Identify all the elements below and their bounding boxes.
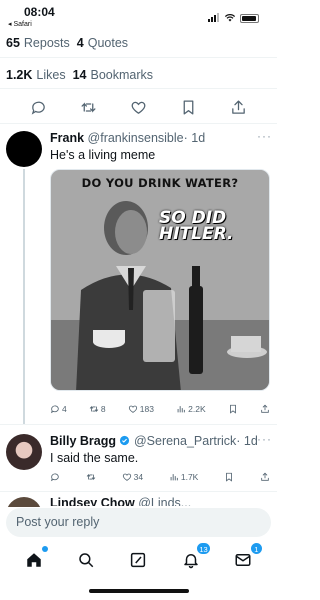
views-button[interactable]: 2.2K xyxy=(176,404,206,414)
mail-icon xyxy=(235,554,251,566)
bookmark-icon[interactable] xyxy=(180,99,197,116)
like-button[interactable]: 34 xyxy=(122,472,143,482)
avatar[interactable] xyxy=(6,434,42,470)
repost-count: 8 xyxy=(100,404,106,414)
reply-metrics: 4 8 183 2.2K xyxy=(50,404,270,414)
views-button[interactable]: 1.7K xyxy=(169,472,199,482)
search-icon xyxy=(79,553,94,568)
grok-icon xyxy=(131,552,146,568)
repost-icon xyxy=(89,405,99,413)
meme-photo xyxy=(51,170,269,390)
verified-badge-icon xyxy=(120,435,130,446)
bookmarks-label[interactable]: Bookmarks xyxy=(91,68,154,82)
nav-grok[interactable] xyxy=(126,548,150,572)
repost-icon[interactable] xyxy=(86,472,96,482)
battery-icon xyxy=(240,13,259,23)
more-options-icon[interactable]: ··· xyxy=(257,129,272,143)
avatar[interactable] xyxy=(6,131,42,167)
post-time: · 1d xyxy=(183,131,206,145)
share-icon[interactable] xyxy=(260,472,270,482)
views-icon xyxy=(177,406,185,413)
like-count: 34 xyxy=(133,472,144,482)
messages-badge: 1 xyxy=(249,542,263,555)
reposts-count[interactable]: 65 xyxy=(6,36,20,50)
reply-icon[interactable] xyxy=(30,99,47,116)
repost-button[interactable]: 8 xyxy=(89,404,106,414)
quotes-label[interactable]: Quotes xyxy=(88,36,128,50)
meme-caption-right: SO DID HITLER. xyxy=(159,208,234,244)
like-icon xyxy=(128,405,137,413)
signal-icon xyxy=(208,9,220,27)
reply-composer[interactable]: Post your reply xyxy=(6,508,271,537)
bell-icon xyxy=(183,554,198,569)
like-count: 183 xyxy=(139,404,154,414)
reply-text: He's a living meme xyxy=(50,148,156,162)
divider xyxy=(0,491,277,492)
bottom-nav: 13 1 xyxy=(0,542,277,575)
author-handle[interactable]: @frankinsensible xyxy=(88,131,184,145)
home-icon xyxy=(27,553,41,567)
reply-metrics: 34 1.7K xyxy=(50,472,270,482)
author-name[interactable]: Billy Bragg xyxy=(50,434,116,448)
repost-quote-stats: 65 Reposts 4 Quotes xyxy=(6,36,128,50)
divider xyxy=(0,57,277,58)
author-name[interactable]: Frank xyxy=(50,131,84,145)
view-count: 1.7K xyxy=(180,472,199,482)
likes-label[interactable]: Likes xyxy=(36,68,65,82)
reply-author-line: Billy Bragg @Serena_Partrick· 1d xyxy=(50,434,258,448)
author-handle[interactable]: @Linds... xyxy=(138,496,191,506)
main-action-bar xyxy=(0,99,277,116)
status-icons xyxy=(208,9,259,27)
share-icon[interactable] xyxy=(230,99,247,116)
avatar[interactable] xyxy=(6,497,42,507)
divider xyxy=(0,88,277,89)
attached-image[interactable]: DO YOU DRINK WATER? SO DID HITLER. xyxy=(50,169,270,391)
share-icon[interactable] xyxy=(260,404,270,414)
more-options-icon[interactable]: ··· xyxy=(257,432,272,446)
reply-text: I said the same. xyxy=(50,451,139,465)
repost-icon[interactable] xyxy=(80,99,97,116)
status-time: 08:04 xyxy=(24,5,55,19)
bookmark-icon[interactable] xyxy=(224,472,234,482)
author-name[interactable]: Lindsey Chow xyxy=(50,496,135,506)
quotes-count[interactable]: 4 xyxy=(77,36,84,50)
bookmark-icon[interactable] xyxy=(228,404,238,414)
views-icon xyxy=(170,474,178,481)
new-posts-dot xyxy=(42,546,49,552)
like-icon[interactable] xyxy=(130,99,147,116)
reply-author-line: Lindsey Chow @Linds... xyxy=(50,496,270,506)
reply-count: 4 xyxy=(62,404,67,414)
bookmarks-count[interactable]: 14 xyxy=(73,68,87,82)
nav-search[interactable] xyxy=(74,548,98,572)
nav-notifications[interactable]: 13 xyxy=(179,542,211,572)
wifi-icon xyxy=(224,14,236,22)
likes-count[interactable]: 1.2K xyxy=(6,68,32,82)
divider xyxy=(0,424,277,425)
meme-caption-top: DO YOU DRINK WATER? xyxy=(81,176,239,190)
thread-line xyxy=(23,169,25,424)
reposts-label[interactable]: Reposts xyxy=(24,36,70,50)
reply-icon[interactable] xyxy=(50,472,60,482)
reply-author-line: Frank @frankinsensible· 1d xyxy=(50,131,205,145)
reply-icon xyxy=(50,405,59,414)
like-button[interactable]: 183 xyxy=(128,404,154,414)
view-count: 2.2K xyxy=(188,404,206,414)
author-handle[interactable]: @Serena_Partrick xyxy=(134,434,236,448)
nav-home[interactable] xyxy=(22,546,49,572)
divider xyxy=(0,123,277,124)
home-indicator[interactable] xyxy=(89,589,189,593)
reply-input-placeholder[interactable]: Post your reply xyxy=(16,515,99,529)
like-bookmark-stats: 1.2K Likes 14 Bookmarks xyxy=(6,68,153,82)
nav-messages[interactable]: 1 xyxy=(231,542,263,572)
post-time: · 1d xyxy=(236,434,258,448)
like-icon xyxy=(122,473,131,481)
reply-button[interactable]: 4 xyxy=(50,404,67,414)
notifications-badge: 13 xyxy=(196,542,211,555)
back-to-safari[interactable]: ◂ Safari xyxy=(8,20,32,28)
